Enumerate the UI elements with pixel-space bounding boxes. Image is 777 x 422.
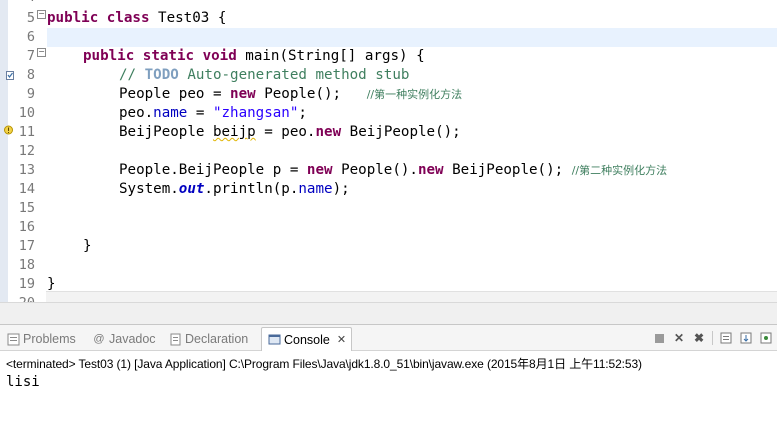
code-line-10: peo.name = "zhangsan";	[119, 105, 307, 121]
panel-tab-bar: Problems @ Javadoc Declaration Console ✕…	[0, 325, 777, 351]
line-number: 13	[18, 162, 35, 178]
line-number: 6	[26, 29, 35, 45]
tab-problems[interactable]: Problems	[6, 330, 76, 348]
remove-all-terminated-icon[interactable]: ✖	[692, 331, 706, 345]
line-number: 12	[18, 143, 35, 159]
warning-marker-icon[interactable]	[4, 125, 13, 135]
horizontal-scrollbar[interactable]	[46, 291, 777, 302]
terminate-icon[interactable]	[652, 331, 666, 345]
fold-toggle-icon[interactable]: −	[37, 10, 46, 19]
code-line-13: People.BeijPeople p = new People().new B…	[119, 162, 668, 178]
task-marker-icon[interactable]	[6, 70, 15, 80]
close-icon[interactable]: ✕	[337, 331, 346, 349]
code-line-7: public static void main(String[] args) {	[83, 48, 425, 64]
folding-gutter: − −	[36, 0, 46, 302]
bottom-panel: Problems @ Javadoc Declaration Console ✕…	[0, 324, 777, 422]
line-number: 5	[26, 10, 35, 26]
scroll-lock-icon[interactable]	[739, 331, 753, 345]
line-number: 20	[7, 294, 35, 302]
toolbar-separator	[712, 331, 713, 345]
fold-toggle-icon[interactable]: −	[37, 48, 46, 57]
code-line-17: }	[83, 238, 92, 254]
line-number: 10	[18, 105, 35, 121]
clear-console-icon[interactable]	[719, 331, 733, 345]
line-number: 17	[18, 238, 35, 254]
code-line-5: public class Test03 {	[47, 10, 227, 26]
console-status-line: <terminated> Test03 (1) [Java Applicatio…	[6, 357, 642, 371]
tab-console[interactable]: Console ✕	[261, 327, 353, 351]
line-number: 19	[18, 276, 35, 292]
code-line-11: BeijPeople beijp = peo.new BeijPeople();	[119, 124, 461, 140]
line-number: 16	[18, 219, 35, 235]
line-number-gutter: 4 5 6 7 8 9 10 11 12 13 14 15 16 17 18 1…	[8, 0, 36, 302]
code-editor[interactable]: 4 5 6 7 8 9 10 11 12 13 14 15 16 17 18 1…	[0, 0, 777, 302]
code-area[interactable]: public class Test03 { public static void…	[47, 0, 777, 302]
console-icon	[267, 333, 281, 347]
code-line-14: System.out.println(p.name);	[119, 181, 350, 197]
javadoc-icon: @	[93, 333, 105, 345]
code-line-9: People peo = new People(); //第一种实例化方法	[119, 86, 463, 102]
code-line-6-current	[47, 28, 777, 47]
tab-declaration[interactable]: Declaration	[168, 330, 248, 348]
pin-console-icon[interactable]	[759, 331, 773, 345]
line-number: 18	[18, 257, 35, 273]
line-number: 9	[26, 86, 35, 102]
line-number: 4	[7, 0, 35, 7]
problems-icon	[6, 332, 20, 346]
line-number: 15	[18, 200, 35, 216]
console-output[interactable]: lisi	[6, 374, 40, 390]
console-toolbar: ✕ ✖	[652, 330, 773, 346]
remove-launch-icon[interactable]: ✕	[672, 331, 686, 345]
tab-javadoc[interactable]: @ Javadoc	[92, 330, 155, 348]
line-number: 7	[26, 48, 35, 64]
declaration-icon	[168, 332, 182, 346]
code-line-8: // TODO Auto-generated method stub	[119, 67, 410, 83]
panel-separator[interactable]	[0, 302, 777, 325]
line-number: 14	[18, 181, 35, 197]
